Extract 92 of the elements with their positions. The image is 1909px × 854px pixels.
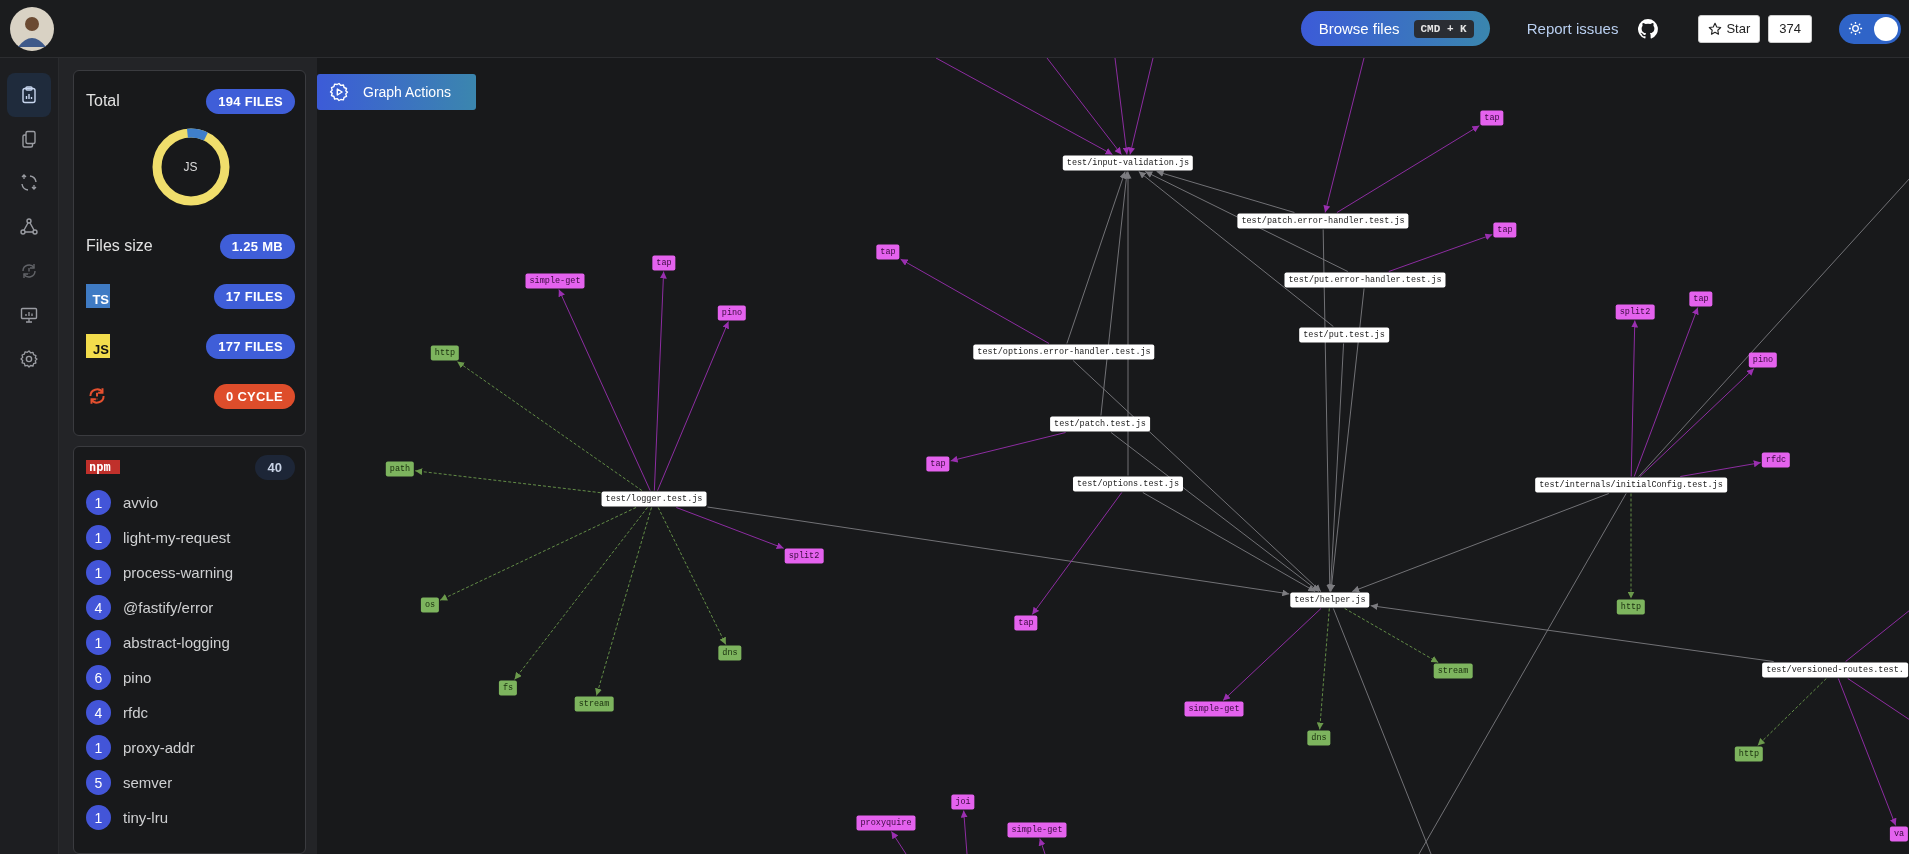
graph-node[interactable]: tap (1480, 110, 1504, 126)
total-files-count: 194 FILES (206, 88, 295, 114)
graph-node[interactable]: test/helper.js (1290, 592, 1370, 608)
graph-node[interactable]: test/options.error-handler.test.js (973, 344, 1155, 360)
graph-node[interactable]: tap (1493, 222, 1517, 238)
files-icon (19, 129, 39, 149)
package-name[interactable]: process-warning (123, 564, 234, 581)
usage-count: 1 (86, 525, 111, 550)
graph-node[interactable]: test/input-validation.js (1062, 155, 1194, 171)
swap-icon (19, 173, 39, 193)
usage-count: 4 (86, 700, 111, 725)
language-files-count: 17 FILES (213, 283, 295, 309)
settings-icon (19, 349, 39, 369)
graph-node[interactable]: stream (574, 696, 614, 712)
graph-node[interactable]: tap (652, 255, 676, 271)
usage-count: 5 (86, 770, 111, 795)
graph-node[interactable]: dns (1307, 730, 1331, 746)
files-size-label: Files size (86, 237, 153, 255)
package-name[interactable]: abstract-logging (123, 634, 230, 651)
graph-node[interactable]: test/patch.test.js (1050, 416, 1150, 432)
browse-files-button[interactable]: Browse files CMD + K (1300, 11, 1490, 46)
cycle-icon (86, 385, 108, 407)
package-name[interactable]: semver (123, 774, 173, 791)
language-logo: JS (86, 334, 110, 358)
graph-node[interactable]: simple-get (1184, 701, 1244, 717)
graph-node[interactable]: test/internals/initialConfig.test.js (1535, 477, 1727, 493)
graph-node[interactable]: simple-get (525, 273, 585, 289)
files-size-value: 1.25 MB (219, 233, 295, 259)
graph-icon (19, 217, 39, 237)
star-count: 374 (1768, 14, 1812, 43)
github-icon[interactable] (1638, 18, 1659, 39)
graph-node[interactable]: tap (1014, 615, 1038, 631)
graph-node[interactable]: tap (1689, 291, 1713, 307)
star-icon (1708, 21, 1723, 36)
package-name[interactable]: rfdc (123, 704, 148, 721)
graph-node[interactable]: test/put.test.js (1299, 327, 1389, 343)
graph-node[interactable]: split2 (1615, 304, 1655, 320)
cycle-icon (19, 261, 39, 281)
graph-node[interactable]: dns (718, 645, 742, 661)
usage-count: 6 (86, 665, 111, 690)
graph-node[interactable]: pino (1748, 352, 1778, 368)
graph-node[interactable]: test/versioned-routes.test. (1762, 662, 1908, 678)
theme-toggle[interactable] (1839, 13, 1901, 44)
graph-node[interactable]: test/put.error-handler.test.js (1284, 272, 1446, 288)
graph-node[interactable]: stream (1433, 663, 1473, 679)
cycle-count: 0 CYCLE (214, 383, 295, 409)
graph-node[interactable]: test/patch.error-handler.test.js (1237, 213, 1409, 229)
graph-node[interactable]: http (1734, 746, 1764, 762)
graph-node[interactable]: fs (498, 680, 518, 696)
graph-node[interactable]: rfdc (1761, 452, 1791, 468)
star-button[interactable]: Star (1698, 14, 1761, 43)
package-name[interactable]: proxy-addr (123, 739, 195, 756)
usage-count: 1 (86, 630, 111, 655)
package-name[interactable]: tiny-lru (123, 809, 168, 826)
graph-actions-button[interactable]: Graph Actions (317, 74, 476, 110)
usage-count: 1 (86, 560, 111, 585)
avatar-icon[interactable] (10, 6, 54, 51)
monitor-icon (19, 305, 39, 325)
package-name[interactable]: light-my-request (123, 529, 231, 546)
graph-node[interactable]: http (430, 345, 460, 361)
language-files-count: 177 FILES (206, 333, 295, 359)
usage-count: 1 (86, 805, 111, 830)
graph-node[interactable]: simple-get (1007, 822, 1067, 838)
graph-node[interactable]: tap (876, 244, 900, 260)
package-name[interactable]: pino (123, 669, 152, 686)
report-issues-link[interactable]: Report issues (1526, 20, 1619, 37)
graph-node[interactable]: va (1889, 826, 1909, 842)
usage-count: 1 (86, 735, 111, 760)
shortcut-key: CMD + K (1413, 19, 1474, 38)
package-count: 40 (254, 454, 295, 480)
graph-node[interactable]: test/logger.test.js (601, 491, 707, 507)
package-name[interactable]: @fastify/error (123, 599, 214, 616)
graph-node[interactable]: proxyquire (856, 815, 916, 831)
npm-logo: npm (86, 460, 120, 474)
usage-count: 1 (86, 490, 111, 515)
graph-node[interactable]: tap (926, 456, 950, 472)
graph-node[interactable]: pino (717, 305, 747, 321)
graph-node[interactable]: test/options.test.js (1073, 476, 1183, 492)
graph-node[interactable]: http (1616, 599, 1646, 615)
graph-node[interactable]: split2 (784, 548, 824, 564)
language-logo: TS (86, 284, 110, 308)
donut-label: JS (183, 160, 198, 174)
usage-count: 4 (86, 595, 111, 620)
graph-node[interactable]: os (420, 597, 440, 613)
graph-node[interactable]: joi (951, 794, 975, 810)
total-label: Total (86, 92, 120, 110)
play-gear-icon (329, 82, 349, 102)
graph-node[interactable]: path (385, 461, 415, 477)
clipboard-icon (19, 85, 39, 105)
sun-icon (1848, 21, 1863, 36)
nav-button[interactable] (7, 73, 51, 117)
package-name[interactable]: avvio (123, 494, 159, 511)
